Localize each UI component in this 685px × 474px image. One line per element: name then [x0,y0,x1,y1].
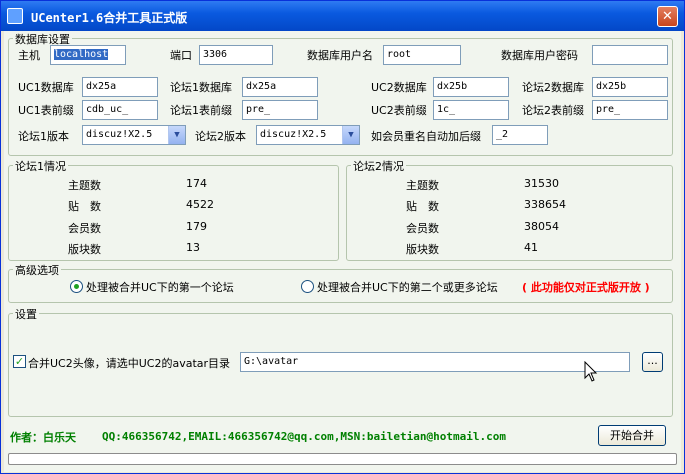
chevron-down-icon[interactable]: ▼ [342,126,359,144]
forum1-boards-label: 版块数 [68,243,101,256]
forum1-prefix-label: 论坛1表前缀 [170,104,232,117]
forum2-topics-value: 31530 [524,177,559,190]
rename-suffix-input[interactable]: _2 [492,125,548,145]
forum1-boards-value: 13 [186,241,200,254]
port-label: 端口 [170,49,192,62]
forum2-db-label: 论坛2数据库 [522,81,584,94]
close-button[interactable]: ✕ [657,6,678,27]
forum1-version-label: 论坛1版本 [18,130,69,143]
db-password-input[interactable] [592,45,668,65]
forum1-stats-label: 论坛1情况 [13,158,68,174]
port-input[interactable]: 3306 [199,45,273,65]
forum2-stats-label: 论坛2情况 [351,158,406,174]
pro-only-note: ( 此功能仅对正式版开放 ) [522,281,650,294]
forum2-db-input[interactable]: dx25b [592,77,668,97]
forum2-boards-value: 41 [524,241,538,254]
start-merge-button[interactable]: 开始合并 [598,425,666,446]
host-input[interactable]: localhost [50,45,126,65]
settings-label: 设置 [13,306,39,322]
forum2-topics-label: 主题数 [406,179,439,192]
forum1-version-select[interactable]: discuz!X2.5 ▼ [82,125,186,145]
forum1-posts-label: 贴 数 [68,200,101,213]
rename-suffix-label: 如会员重名自动加后缀 [371,130,481,143]
forum2-posts-label: 贴 数 [406,200,439,213]
uc2-prefix-label: UC2表前缀 [371,104,427,117]
option-more-forums-label[interactable]: 处理被合并UC下的第二个或更多论坛 [317,279,498,295]
forum1-posts-value: 4522 [186,198,214,211]
forum1-members-label: 会员数 [68,222,101,235]
forum2-prefix-input[interactable]: pre_ [592,100,668,120]
contact-info: QQ:466356742,EMAIL:466356742@qq.com,MSN:… [102,430,506,443]
forum1-members-value: 179 [186,220,207,233]
mouse-cursor-icon [584,361,598,382]
forum2-version-label: 论坛2版本 [195,130,246,143]
forum2-version-select[interactable]: discuz!X2.5 ▼ [256,125,360,145]
uc1-prefix-input[interactable]: cdb_uc_ [82,100,158,120]
db-password-label: 数据库用户密码 [501,49,578,62]
uc2-db-label: UC2数据库 [371,81,427,94]
merge-avatar-checkbox[interactable]: ✓ [13,355,26,368]
chevron-down-icon[interactable]: ▼ [168,126,185,144]
browse-button[interactable]: ... [642,352,663,372]
db-user-input[interactable]: root [383,45,461,65]
uc1-db-input[interactable]: dx25a [82,77,158,97]
forum2-members-label: 会员数 [406,222,439,235]
progress-bar [8,453,677,465]
db-user-label: 数据库用户名 [307,49,373,62]
forum2-stats-group: 论坛2情况 [346,158,673,261]
uc2-prefix-input[interactable]: 1c_ [433,100,509,120]
client-area: 数据库设置 主机 localhost 端口 3306 数据库用户名 root 数… [4,31,681,472]
option-first-forum-label[interactable]: 处理被合并UC下的第一个论坛 [86,279,234,295]
forum2-posts-value: 338654 [524,198,566,211]
option-more-forums-radio[interactable] [301,280,314,293]
forum2-prefix-label: 论坛2表前缀 [522,104,584,117]
forum1-stats-group: 论坛1情况 [8,158,339,261]
forum2-members-value: 38054 [524,220,559,233]
uc2-db-input[interactable]: dx25b [433,77,509,97]
app-icon [7,8,23,24]
forum1-prefix-input[interactable]: pre_ [242,100,318,120]
uc1-db-label: UC1数据库 [18,81,74,94]
forum1-db-input[interactable]: dx25a [242,77,318,97]
host-label: 主机 [18,49,40,62]
main-window: UCenter1.6合并工具正式版 ✕ 数据库设置 主机 localhost 端… [0,0,685,474]
avatar-path-input[interactable]: G:\avatar [240,352,630,372]
forum1-topics-value: 174 [186,177,207,190]
merge-avatar-label[interactable]: 合并UC2头像，请选中UC2的avatar目录 [28,355,230,371]
advanced-options-label: 高级选项 [13,262,61,278]
title-bar[interactable]: UCenter1.6合并工具正式版 ✕ [1,1,684,31]
forum2-boards-label: 版块数 [406,243,439,256]
author-credit: 作者：白乐天 [10,431,76,444]
option-first-forum-radio[interactable] [70,280,83,293]
uc1-prefix-label: UC1表前缀 [18,104,74,117]
forum1-db-label: 论坛1数据库 [170,81,232,94]
forum1-topics-label: 主题数 [68,179,101,192]
window-title: UCenter1.6合并工具正式版 [31,11,188,25]
